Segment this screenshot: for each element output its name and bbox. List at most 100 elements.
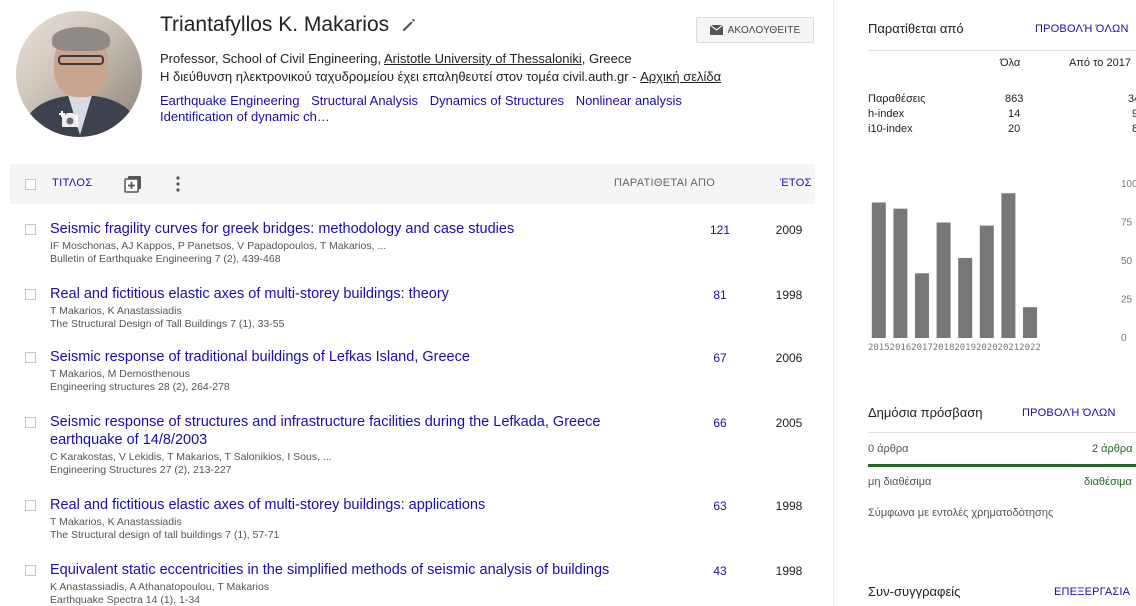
row-checkbox[interactable]	[25, 289, 36, 300]
article-year: 2006	[775, 351, 803, 365]
stats-row: i10-index 20 8	[868, 123, 1136, 137]
stats-since: 347	[1128, 93, 1136, 105]
article-title[interactable]: Real and fictitious elastic axes of mult…	[50, 496, 630, 514]
available-label: διαθέσιμα	[1084, 476, 1132, 488]
affiliation: Professor, School of Civil Engineering, …	[160, 51, 632, 67]
chart-y-tick: 100	[1121, 179, 1136, 190]
interest-link[interactable]: Identification of dynamic ch…	[160, 109, 330, 124]
article-year: 2009	[775, 223, 803, 237]
unavailable-label: μη διαθέσιμα	[868, 476, 932, 488]
col-since-header: Από το 2017	[1069, 57, 1131, 69]
panel-divider	[833, 0, 834, 606]
article-authors: T Makarios, K Anastassiadis	[50, 516, 182, 528]
chart-bar-2019[interactable]	[958, 257, 973, 338]
article-authors: C Karakostas, V Lekidis, T Makarios, T S…	[50, 451, 332, 463]
article-year: 1998	[775, 288, 803, 302]
row-checkbox[interactable]	[25, 224, 36, 235]
sort-by-cited[interactable]: ΠΑΡΑΤΙΘΕΤΑΙ ΑΠΟ	[614, 177, 715, 189]
profile-name-row: Triantafyllos K. Makarios	[160, 13, 417, 37]
chart-y-tick: 25	[1121, 295, 1133, 306]
article-authors: K Anastassiadis, A Athanatopoulou, T Mak…	[50, 581, 270, 593]
articles-table-header: ΤΙΤΛΟΣ ΠΑΡΑΤΙΘΕΤΑΙ ΑΠΟ ΈΤΟΣ	[10, 164, 815, 204]
cited-by-view-all[interactable]: ΠΡΟΒΟΛΉ ΌΛΩΝ	[1035, 23, 1129, 35]
article-title[interactable]: Seismic response of traditional building…	[50, 348, 630, 366]
article-cited-count[interactable]: 67	[700, 351, 740, 365]
article-venue: The Structural Design of Tall Buildings …	[50, 318, 285, 330]
funding-mandates: Σύμφωνα με εντολές χρηματοδότησης	[868, 507, 1054, 519]
article-year: 2005	[775, 416, 803, 430]
avatar-hair	[52, 27, 110, 51]
public-access-view-all[interactable]: ΠΡΟΒΟΛΉ ΌΛΩΝ	[1022, 407, 1116, 419]
sort-by-year[interactable]: ΈΤΟΣ	[780, 177, 812, 189]
profile-avatar[interactable]	[16, 11, 142, 137]
affiliation-link[interactable]: Aristotle University of Thessaloniki	[384, 51, 582, 66]
row-checkbox[interactable]	[25, 500, 36, 511]
article-year: 1998	[775, 499, 803, 513]
chart-bar-2016[interactable]	[893, 208, 908, 338]
coauthors-heading: Συν-συγγραφείς	[868, 584, 961, 599]
chart-x-tick: 2022	[1019, 343, 1041, 353]
article-venue: Engineering structures 28 (2), 264-278	[50, 381, 230, 393]
stats-row: h-index 14 9	[868, 108, 1136, 122]
interest-link[interactable]: Structural Analysis	[311, 93, 418, 108]
profile-name: Triantafyllos K. Makarios	[160, 13, 390, 36]
stats-all: 14	[1008, 108, 1021, 120]
chart-y-tick: 75	[1121, 218, 1133, 229]
chart-x-tick: 2018	[933, 343, 955, 353]
article-venue: Bulletin of Earthquake Engineering 7 (2)…	[50, 253, 281, 265]
row-checkbox[interactable]	[25, 352, 36, 363]
stats-label: Παραθέσεις	[868, 93, 926, 105]
chart-x-tick: 2015	[868, 343, 890, 353]
stats-label: i10-index	[868, 123, 913, 135]
public-access-rule	[868, 432, 1136, 433]
article-authors: T Makarios, K Anastassiadis	[50, 305, 182, 317]
pencil-icon[interactable]	[401, 17, 417, 33]
more-vert-icon[interactable]	[172, 175, 184, 193]
follow-button[interactable]: ΑΚΟΛΟΥΘΕΙΤΕ	[696, 17, 814, 43]
chart-bar-2015[interactable]	[871, 202, 886, 338]
chart-bar-2021[interactable]	[1001, 193, 1016, 338]
sort-by-title[interactable]: ΤΙΤΛΟΣ	[52, 177, 93, 189]
interest-link[interactable]: Dynamics of Structures	[430, 93, 564, 108]
interest-link[interactable]: Nonlinear analysis	[576, 93, 682, 108]
citations-bar-chart: 2015 2016 2017 2018 2019 2020 2021 2022 100 75 50 2…	[868, 179, 1136, 353]
chart-bar-2020[interactable]	[979, 225, 994, 338]
chart-x-tick: 2016	[890, 343, 912, 353]
unavailable-count: 0 άρθρα	[868, 443, 909, 455]
cited-by-rule	[868, 50, 1136, 51]
homepage-link[interactable]: Αρχική σελίδα	[640, 69, 721, 84]
chart-x-tick: 2021	[998, 343, 1020, 353]
chart-bar-2018[interactable]	[936, 222, 951, 339]
chart-x-tick: 2019	[954, 343, 976, 353]
article-cited-count[interactable]: 43	[700, 564, 740, 578]
article-title[interactable]: Seismic response of structures and infra…	[50, 413, 630, 449]
chart-x-tick: 2020	[976, 343, 998, 353]
article-title[interactable]: Equivalent static eccentricities in the …	[50, 561, 630, 579]
article-venue: Engineering Structures 27 (2), 213-227	[50, 464, 232, 476]
chart-y-tick: 50	[1121, 256, 1133, 267]
chart-y-tick: 0	[1121, 333, 1127, 344]
article-title[interactable]: Real and fictitious elastic axes of mult…	[50, 285, 630, 303]
article-cited-count[interactable]: 66	[700, 416, 740, 430]
row-checkbox[interactable]	[25, 417, 36, 428]
article-title[interactable]: Seismic fragility curves for greek bridg…	[50, 220, 630, 238]
camera-icon[interactable]	[58, 108, 86, 136]
mail-icon	[709, 25, 723, 35]
article-authors: IF Moschonas, AJ Kappos, P Panetsos, V P…	[50, 240, 387, 252]
article-venue: The Structural design of tall buildings …	[50, 529, 280, 541]
select-all-checkbox[interactable]	[25, 179, 36, 190]
interest-link[interactable]: Earthquake Engineering	[160, 93, 300, 108]
article-year: 1998	[775, 564, 803, 578]
email-text: Η διεύθυνση ηλεκτρονικού ταχυδρομείου έχ…	[160, 69, 641, 84]
coauthors-edit[interactable]: ΕΠΕΞΕΡΓΑΣΙΑ	[1054, 586, 1130, 598]
row-checkbox[interactable]	[25, 565, 36, 576]
add-article-icon[interactable]	[124, 175, 142, 193]
research-interests: Earthquake Engineering Structural Analys…	[160, 93, 780, 125]
article-cited-count[interactable]: 121	[700, 223, 740, 237]
article-cited-count[interactable]: 63	[700, 499, 740, 513]
affiliation-prefix: Professor, School of Civil Engineering,	[160, 51, 385, 66]
article-cited-count[interactable]: 81	[700, 288, 740, 302]
avatar-glasses	[58, 55, 104, 65]
chart-bar-2017[interactable]	[915, 273, 929, 338]
chart-bar-2022[interactable]	[1023, 307, 1037, 338]
